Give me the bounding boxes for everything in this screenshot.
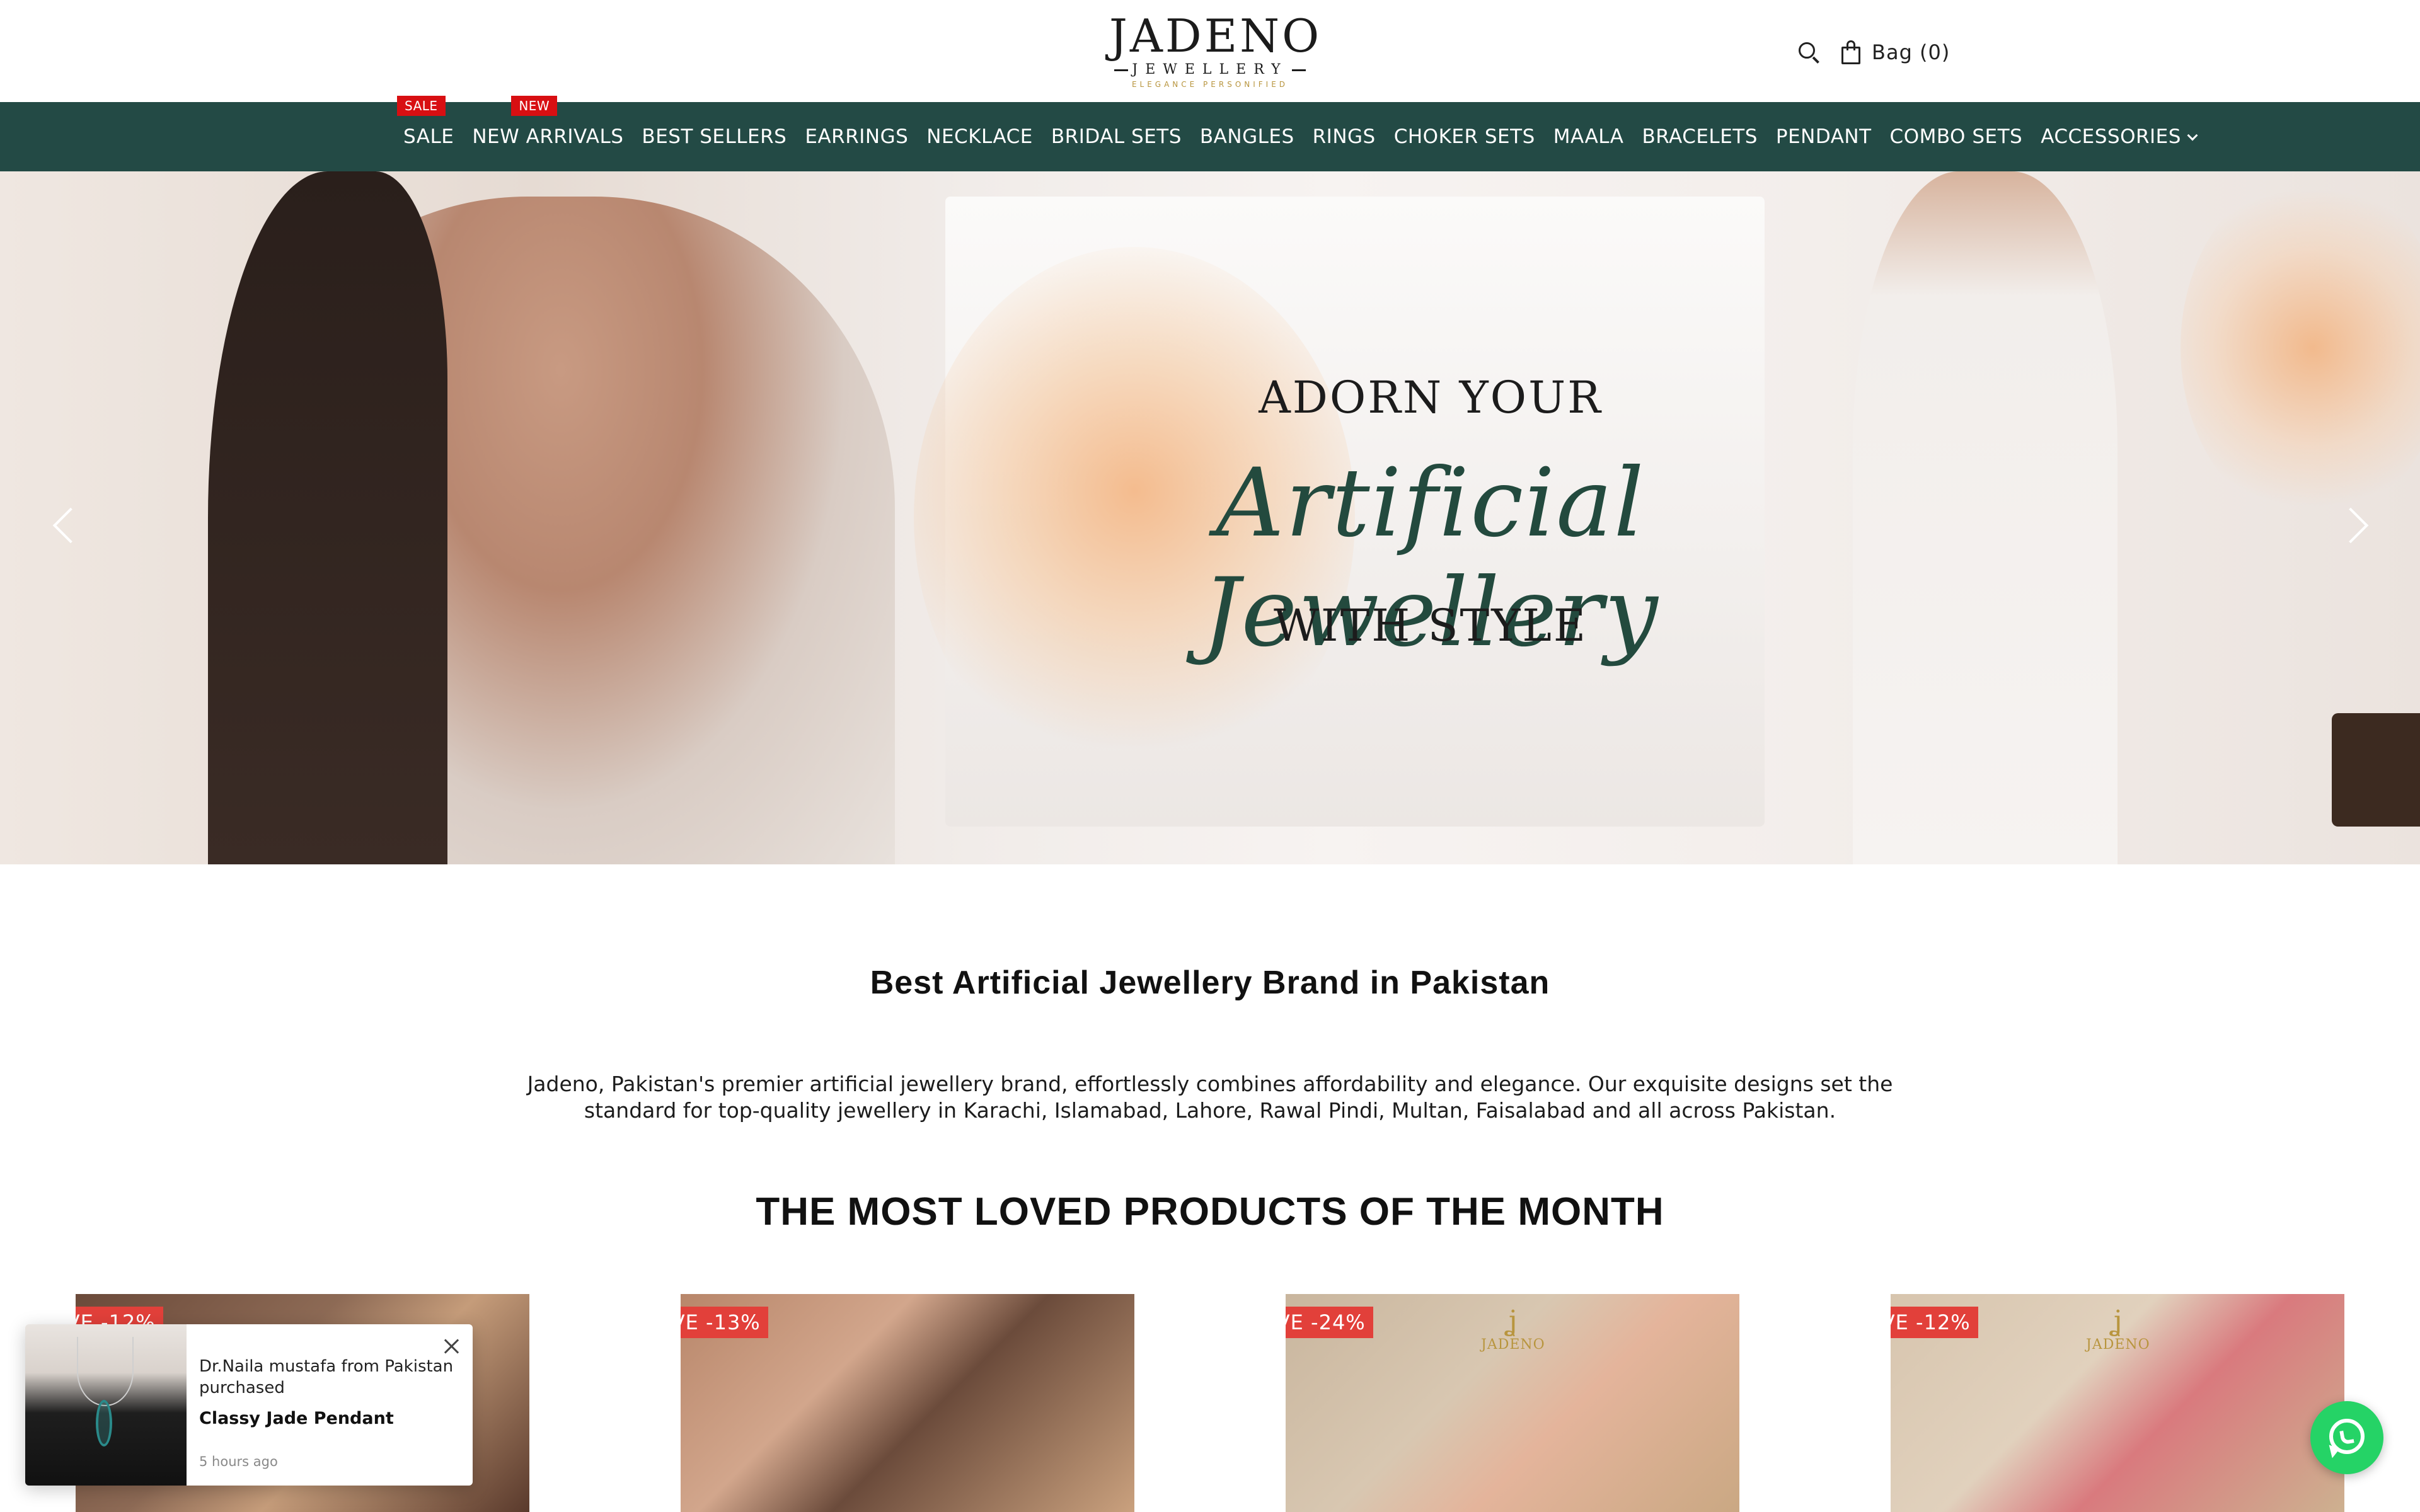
hero-blossom-decor-right (2181, 171, 2420, 524)
popup-timestamp: 5 hours ago (199, 1454, 278, 1469)
save-badge: SAVE -12% (1891, 1307, 1978, 1338)
hero-slider[interactable]: ADORN YOUR Artificial Jewellery WITH STY… (0, 171, 2420, 864)
nav-item-bracelets[interactable]: BRACELETS (1642, 125, 1757, 148)
popup-buyer-text: Dr.Naila mustafa from Pakistan purchased (199, 1357, 454, 1397)
pendant-stone (96, 1400, 112, 1446)
intro-paragraph: Jadeno, Pakistan's premier artificial je… (527, 1072, 1893, 1123)
slider-prev-button[interactable] (44, 499, 89, 556)
nav-item-accessories[interactable]: ACCESSORIES (2041, 125, 2198, 148)
bag-label: Bag (0) (1872, 40, 1950, 64)
hero-model-hair (208, 171, 447, 864)
nav-item-earrings[interactable]: EARRINGS (805, 125, 908, 148)
logo-subtitle-text: JEWELLERY (1132, 62, 1288, 77)
bag-icon-body (1841, 47, 1860, 64)
product-watermark-logo: ʝ JADENO (2086, 1305, 2150, 1353)
nav-item-pendant[interactable]: PENDANT (1776, 125, 1872, 148)
search-icon[interactable] (1796, 40, 1821, 65)
site-header: JADENO JEWELLERY ELEGANCE PERSONIFIED Ba… (0, 0, 2420, 102)
chevron-right-icon (2332, 507, 2369, 544)
nav-item-maala[interactable]: MAALA (1553, 125, 1624, 148)
chevron-down-icon (2187, 130, 2198, 141)
slider-next-button[interactable] (2332, 499, 2376, 556)
nav-item-bangles[interactable]: BANGLES (1200, 125, 1294, 148)
logo-dash-right (1291, 69, 1306, 71)
hero-headline-bottom: WITH STYLE (1273, 600, 1588, 651)
product-card[interactable]: ʝJADENO SAVE -24% (1286, 1294, 1739, 1512)
loved-products-heading: THE MOST LOVED PRODUCTS OF THE MONTH (756, 1190, 1664, 1234)
sale-badge: SALE (397, 96, 446, 116)
nav-item-label: ACCESSORIES (2041, 125, 2181, 148)
product-card[interactable]: ʝJADENO SAVE -12% (1891, 1294, 2344, 1512)
brand-logo[interactable]: JADENO JEWELLERY ELEGANCE PERSONIFIED (1109, 9, 1322, 92)
nav-item-necklace[interactable]: NECKLACE (926, 125, 1033, 148)
new-badge: NEW (511, 96, 558, 116)
nav-item-sale[interactable]: SALE SALE (397, 96, 454, 148)
nav-list: SALE SALE NEW NEW ARRIVALS BEST SELLERS … (397, 96, 2215, 171)
hero-plant-pot (2332, 713, 2420, 827)
logo-subtitle: JEWELLERY (1109, 60, 1311, 79)
whatsapp-chat-button[interactable] (2310, 1401, 2383, 1474)
nav-item-label: SALE (403, 125, 454, 148)
section-title: Best Artificial Jewellery Brand in Pakis… (870, 965, 1550, 1001)
watermark-brand: JADENO (2086, 1337, 2150, 1353)
search-icon-handle (1812, 56, 1819, 64)
watermark-monogram: ʝ (2112, 1305, 2123, 1337)
popup-product-image[interactable] (25, 1324, 187, 1486)
product-watermark-logo: ʝ JADENO (1481, 1305, 1545, 1353)
nav-item-combo-sets[interactable]: COMBO SETS (1890, 125, 2023, 148)
logo-dash-left (1114, 69, 1129, 71)
hero-headline-top: ADORN YOUR (1259, 372, 1603, 423)
recent-purchase-popup[interactable]: Dr.Naila mustafa from Pakistan purchased… (25, 1324, 473, 1486)
watermark-brand: JADENO (1481, 1337, 1545, 1353)
product-card[interactable]: SAVE -13% (681, 1294, 1134, 1512)
chevron-left-icon (52, 507, 89, 544)
logo-tagline: ELEGANCE PERSONIFIED (1131, 80, 1289, 89)
close-icon[interactable] (441, 1336, 463, 1357)
nav-item-best-sellers[interactable]: BEST SELLERS (642, 125, 786, 148)
hero-model-right (1853, 171, 2118, 864)
shopping-bag-icon (1840, 40, 1862, 64)
nav-item-choker-sets[interactable]: CHOKER SETS (1394, 125, 1535, 148)
save-badge: SAVE -13% (681, 1307, 768, 1338)
popup-text: Dr.Naila mustafa from Pakistan purchased… (199, 1356, 458, 1469)
logo-wordmark: JADENO (1109, 9, 1322, 62)
search-icon-ring (1799, 42, 1815, 59)
nav-item-new-arrivals[interactable]: NEW NEW ARRIVALS (472, 96, 624, 148)
nav-item-bridal-sets[interactable]: BRIDAL SETS (1051, 125, 1182, 148)
header-actions: Bag (0) (1796, 37, 1950, 68)
bag-button[interactable]: Bag (0) (1840, 40, 1950, 64)
nav-item-label: NEW ARRIVALS (472, 125, 624, 148)
watermark-monogram: ʝ (1507, 1305, 1518, 1337)
nav-item-rings[interactable]: RINGS (1313, 125, 1376, 148)
pendant-chain (77, 1337, 134, 1406)
popup-product-name[interactable]: Classy Jade Pendant (199, 1406, 458, 1431)
main-navigation: SALE SALE NEW NEW ARRIVALS BEST SELLERS … (0, 96, 2420, 171)
save-badge: SAVE -24% (1286, 1307, 1373, 1338)
